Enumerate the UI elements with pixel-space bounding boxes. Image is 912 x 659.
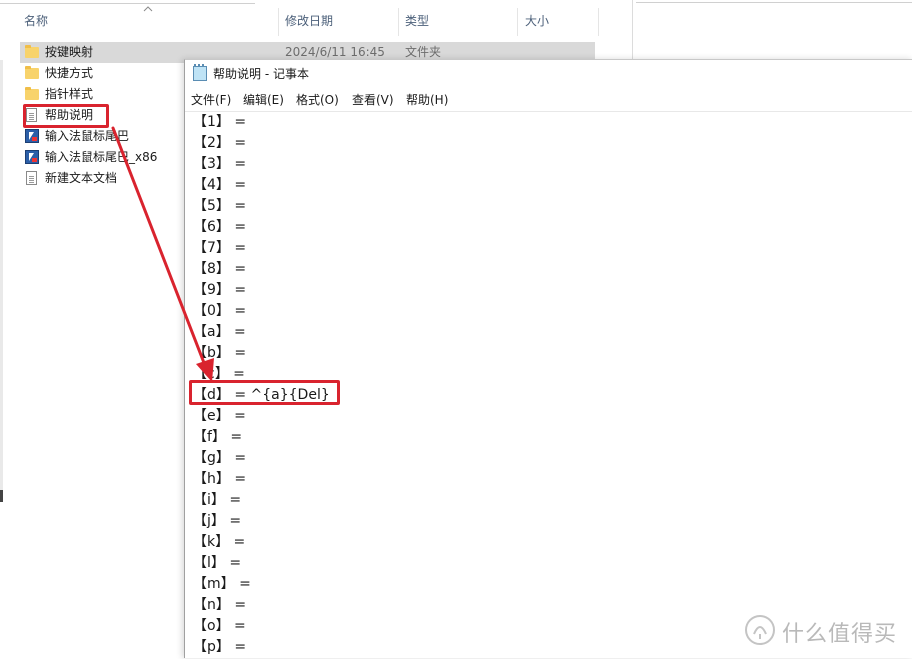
- text-line: 【8】 =: [193, 261, 247, 277]
- text-line: 【1】 =: [193, 114, 247, 130]
- smzdm-logo-icon: [745, 615, 775, 645]
- explorer-top-border: [0, 0, 255, 4]
- folder-icon: [25, 66, 40, 81]
- column-header-name[interactable]: 名称: [24, 6, 48, 36]
- navigation-pane-edge: [0, 60, 3, 500]
- folder-icon: [25, 87, 40, 102]
- sort-chevron-icon: [143, 6, 153, 12]
- window-title: 帮助说明 - 记事本: [213, 67, 309, 81]
- menu-file[interactable]: 文件(F): [191, 90, 231, 110]
- text-line: 【0】 =: [193, 303, 247, 319]
- menu-view[interactable]: 查看(V): [352, 90, 394, 110]
- text-line: 【g】 =: [193, 450, 247, 466]
- text-line: 【i】 =: [193, 492, 242, 508]
- column-header-size[interactable]: 大小: [525, 6, 549, 36]
- column-separator[interactable]: [398, 8, 399, 36]
- text-line: 【l】 =: [193, 555, 242, 571]
- text-line: 【f】 =: [193, 429, 243, 445]
- text-line: 【o】 =: [193, 618, 246, 634]
- folder-icon: [25, 45, 40, 60]
- text-line: 【k】 =: [193, 534, 246, 550]
- text-line: 【m】 =: [193, 576, 251, 592]
- file-name: 快捷方式: [45, 66, 94, 80]
- column-header-type[interactable]: 类型: [405, 6, 429, 36]
- file-name: 按键映射: [45, 45, 94, 59]
- file-name: 输入法鼠标尾巴_x86: [45, 150, 158, 164]
- text-line: 【7】 =: [193, 240, 247, 256]
- file-name: 新建文本文档: [45, 171, 118, 185]
- column-separator[interactable]: [517, 8, 518, 36]
- text-line: 【b】 =: [193, 345, 247, 361]
- text-line: 【3】 =: [193, 156, 247, 172]
- pane-divider: [632, 0, 633, 60]
- text-line: 【n】 =: [193, 597, 247, 613]
- text-file-icon: [25, 171, 40, 186]
- text-line: 【4】 =: [193, 177, 247, 193]
- text-line: 【h】 =: [193, 471, 247, 487]
- file-name: 指针样式: [45, 87, 94, 101]
- file-name: 输入法鼠标尾巴: [45, 129, 130, 143]
- annotation-box-line: [189, 380, 340, 405]
- annotation-box-file: [23, 104, 109, 128]
- text-line: 【5】 =: [193, 198, 247, 214]
- menu-format[interactable]: 格式(O): [296, 90, 339, 110]
- text-line: 【e】 =: [193, 408, 246, 424]
- app-icon: [25, 129, 40, 144]
- text-line: 【6】 =: [193, 219, 247, 235]
- notepad-window[interactable]: 帮助说明 - 记事本 文件(F) 编辑(E) 格式(O) 查看(V) 帮助(H)…: [184, 59, 912, 658]
- menu-help[interactable]: 帮助(H): [406, 90, 448, 110]
- column-header-date[interactable]: 修改日期: [285, 6, 333, 36]
- text-line: 【2】 =: [193, 135, 247, 151]
- text-line: 【p】 =: [193, 639, 247, 655]
- navigation-pane-scrollbar[interactable]: [0, 490, 3, 502]
- menu-edit[interactable]: 编辑(E): [243, 90, 284, 110]
- details-pane-top-border: [636, 0, 912, 3]
- notepad-title-bar[interactable]: 帮助说明 - 记事本: [185, 60, 912, 88]
- notepad-icon: [193, 64, 207, 81]
- column-separator[interactable]: [278, 8, 279, 36]
- watermark-text: 什么值得买: [782, 622, 898, 647]
- text-line: 【9】 =: [193, 282, 247, 298]
- text-line: 【j】 =: [193, 513, 242, 529]
- column-separator[interactable]: [598, 8, 599, 36]
- app-icon: [25, 150, 40, 165]
- text-line: 【a】 =: [193, 324, 246, 340]
